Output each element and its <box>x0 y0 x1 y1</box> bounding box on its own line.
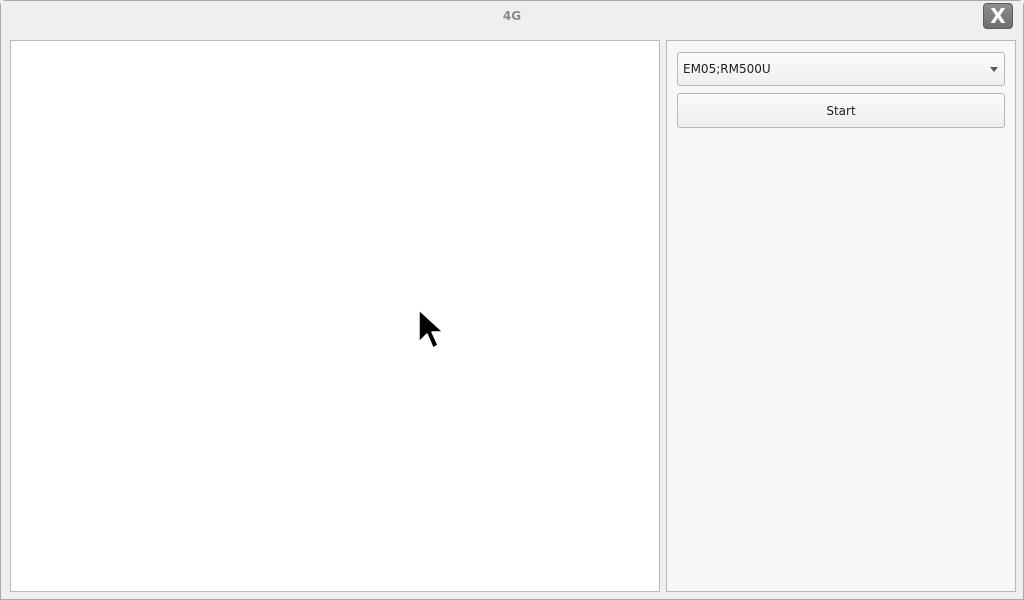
close-button[interactable]: X <box>983 3 1013 29</box>
control-panel: EM05;RM500U Start <box>666 40 1016 592</box>
close-icon: X <box>990 4 1006 28</box>
mouse-pointer-icon <box>418 309 444 349</box>
app-window: 4G X EM05;RM500U Start <box>0 0 1024 600</box>
display-area <box>10 40 660 592</box>
model-select[interactable]: EM05;RM500U <box>677 52 1005 86</box>
title-bar: 4G X <box>1 1 1023 33</box>
chevron-down-icon <box>990 67 998 72</box>
start-button[interactable]: Start <box>677 93 1005 128</box>
window-title: 4G <box>502 9 522 23</box>
model-select-value: EM05;RM500U <box>683 62 771 76</box>
